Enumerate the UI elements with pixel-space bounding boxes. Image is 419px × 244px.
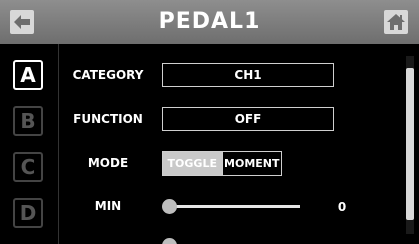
home-icon (387, 14, 405, 30)
tab-a[interactable]: A (13, 60, 43, 90)
tab-d[interactable]: D (13, 198, 43, 228)
function-label: FUNCTION (73, 112, 143, 126)
sidebar: A B C D (0, 44, 59, 244)
tab-b[interactable]: B (13, 106, 43, 136)
mode-toggle-button[interactable]: TOGGLE (163, 152, 222, 175)
mode-moment-button[interactable]: MOMENT (221, 152, 282, 175)
category-value-field[interactable]: CH1 (162, 63, 334, 87)
scrollbar-thumb[interactable] (406, 68, 414, 220)
next-slider-knob[interactable] (162, 238, 177, 244)
function-value-field[interactable]: OFF (162, 107, 334, 131)
home-button[interactable] (384, 10, 408, 34)
page-title: PEDAL1 (158, 9, 261, 34)
min-label: MIN (94, 199, 122, 213)
header-bar: PEDAL1 (0, 0, 419, 44)
min-slider-track[interactable] (170, 205, 300, 208)
min-slider-knob[interactable] (162, 199, 177, 214)
tab-c[interactable]: C (13, 152, 43, 182)
category-label: CATEGORY (72, 68, 144, 82)
mode-label: MODE (87, 156, 129, 170)
min-value: 0 (337, 200, 347, 214)
pedal-settings-screen: PEDAL1 A B C D CATEGORY CH1 FUNCTION OFF… (0, 0, 419, 244)
mode-segmented-control: TOGGLE MOMENT (162, 151, 282, 176)
